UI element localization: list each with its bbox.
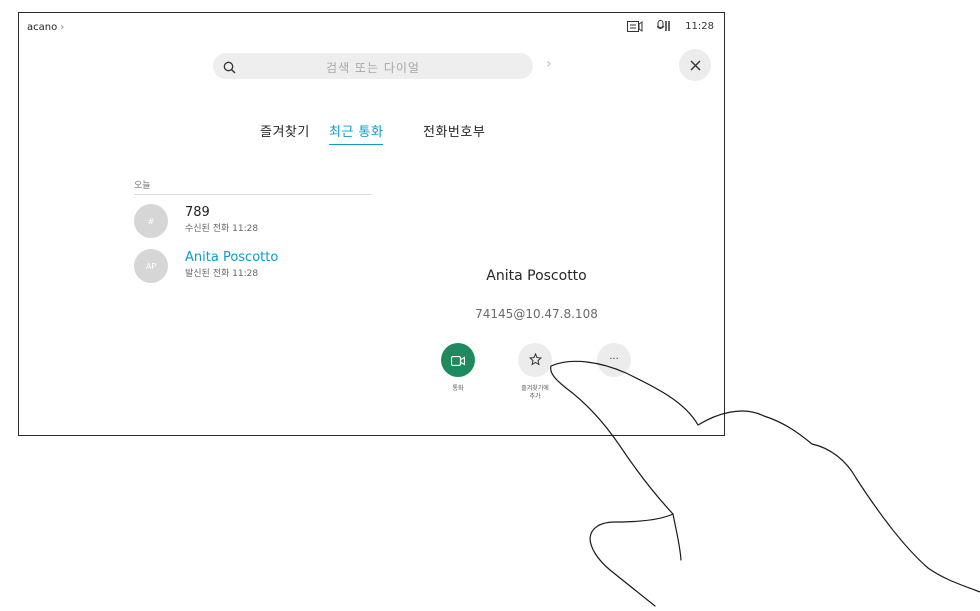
pointing-hand-illustration: [550, 360, 980, 607]
